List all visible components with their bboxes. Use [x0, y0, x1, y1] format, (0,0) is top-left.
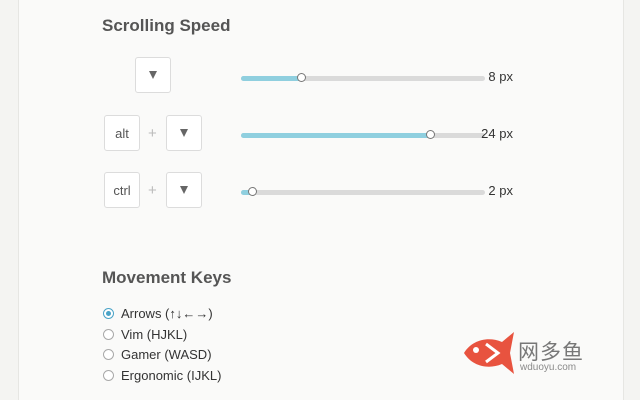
speed-number: 8 [488, 69, 496, 84]
radio-button[interactable] [103, 370, 114, 381]
slider-fill [241, 133, 432, 138]
speed-slider-3[interactable] [241, 187, 485, 196]
movement-option-arrows[interactable]: Arrows (↑↓←→) [103, 306, 213, 321]
modifier-key-ctrl: ctrl [104, 172, 140, 208]
speed-unit: px [499, 126, 513, 141]
plus-sign: + [148, 125, 157, 142]
speed-slider-1[interactable] [241, 73, 485, 82]
speed-value-1: 8 px [488, 69, 513, 84]
radio-button[interactable] [103, 349, 114, 360]
chevron-down-icon [180, 129, 188, 137]
movement-option-gamer[interactable]: Gamer (WASD) [103, 347, 212, 362]
fish-logo-icon [464, 332, 514, 374]
modifier-label: ctrl [113, 182, 131, 198]
option-label: Vim (HJKL) [121, 327, 188, 342]
speed-number: 24 [481, 126, 496, 141]
row1-modifier-dropdown[interactable] [135, 57, 171, 93]
radio-button[interactable] [103, 329, 114, 340]
row2-key-dropdown[interactable] [166, 115, 202, 151]
slider-fill [241, 76, 302, 81]
speed-value-2: 24 px [481, 126, 513, 141]
option-label: Gamer (WASD) [121, 347, 212, 362]
slider-thumb[interactable] [248, 187, 258, 196]
radio-button[interactable] [103, 308, 114, 319]
slider-thumb[interactable] [426, 130, 436, 139]
speed-unit: px [499, 183, 513, 198]
plus-sign: + [148, 182, 157, 199]
option-label: Ergonomic (IJKL) [121, 368, 222, 383]
modifier-label: alt [115, 125, 129, 141]
movement-keys-title: Movement Keys [102, 268, 232, 287]
option-label: Arrows (↑↓←→) [121, 306, 213, 321]
speed-number: 2 [488, 183, 496, 198]
watermark-url: wduoyu.com [520, 362, 577, 373]
watermark: 网多鱼 wduoyu.com [460, 328, 610, 378]
scrolling-speed-title: Scrolling Speed [102, 16, 231, 35]
modifier-key-alt: alt [104, 115, 140, 151]
speed-unit: px [499, 69, 513, 84]
speed-slider-2[interactable] [241, 130, 485, 139]
chevron-down-icon [180, 186, 188, 194]
slider-thumb[interactable] [297, 73, 306, 82]
chevron-down-icon [149, 71, 157, 79]
movement-option-ergonomic[interactable]: Ergonomic (IJKL) [103, 368, 221, 383]
speed-value-3: 2 px [488, 183, 513, 198]
row3-key-dropdown[interactable] [166, 172, 202, 208]
movement-option-vim[interactable]: Vim (HJKL) [103, 327, 187, 342]
